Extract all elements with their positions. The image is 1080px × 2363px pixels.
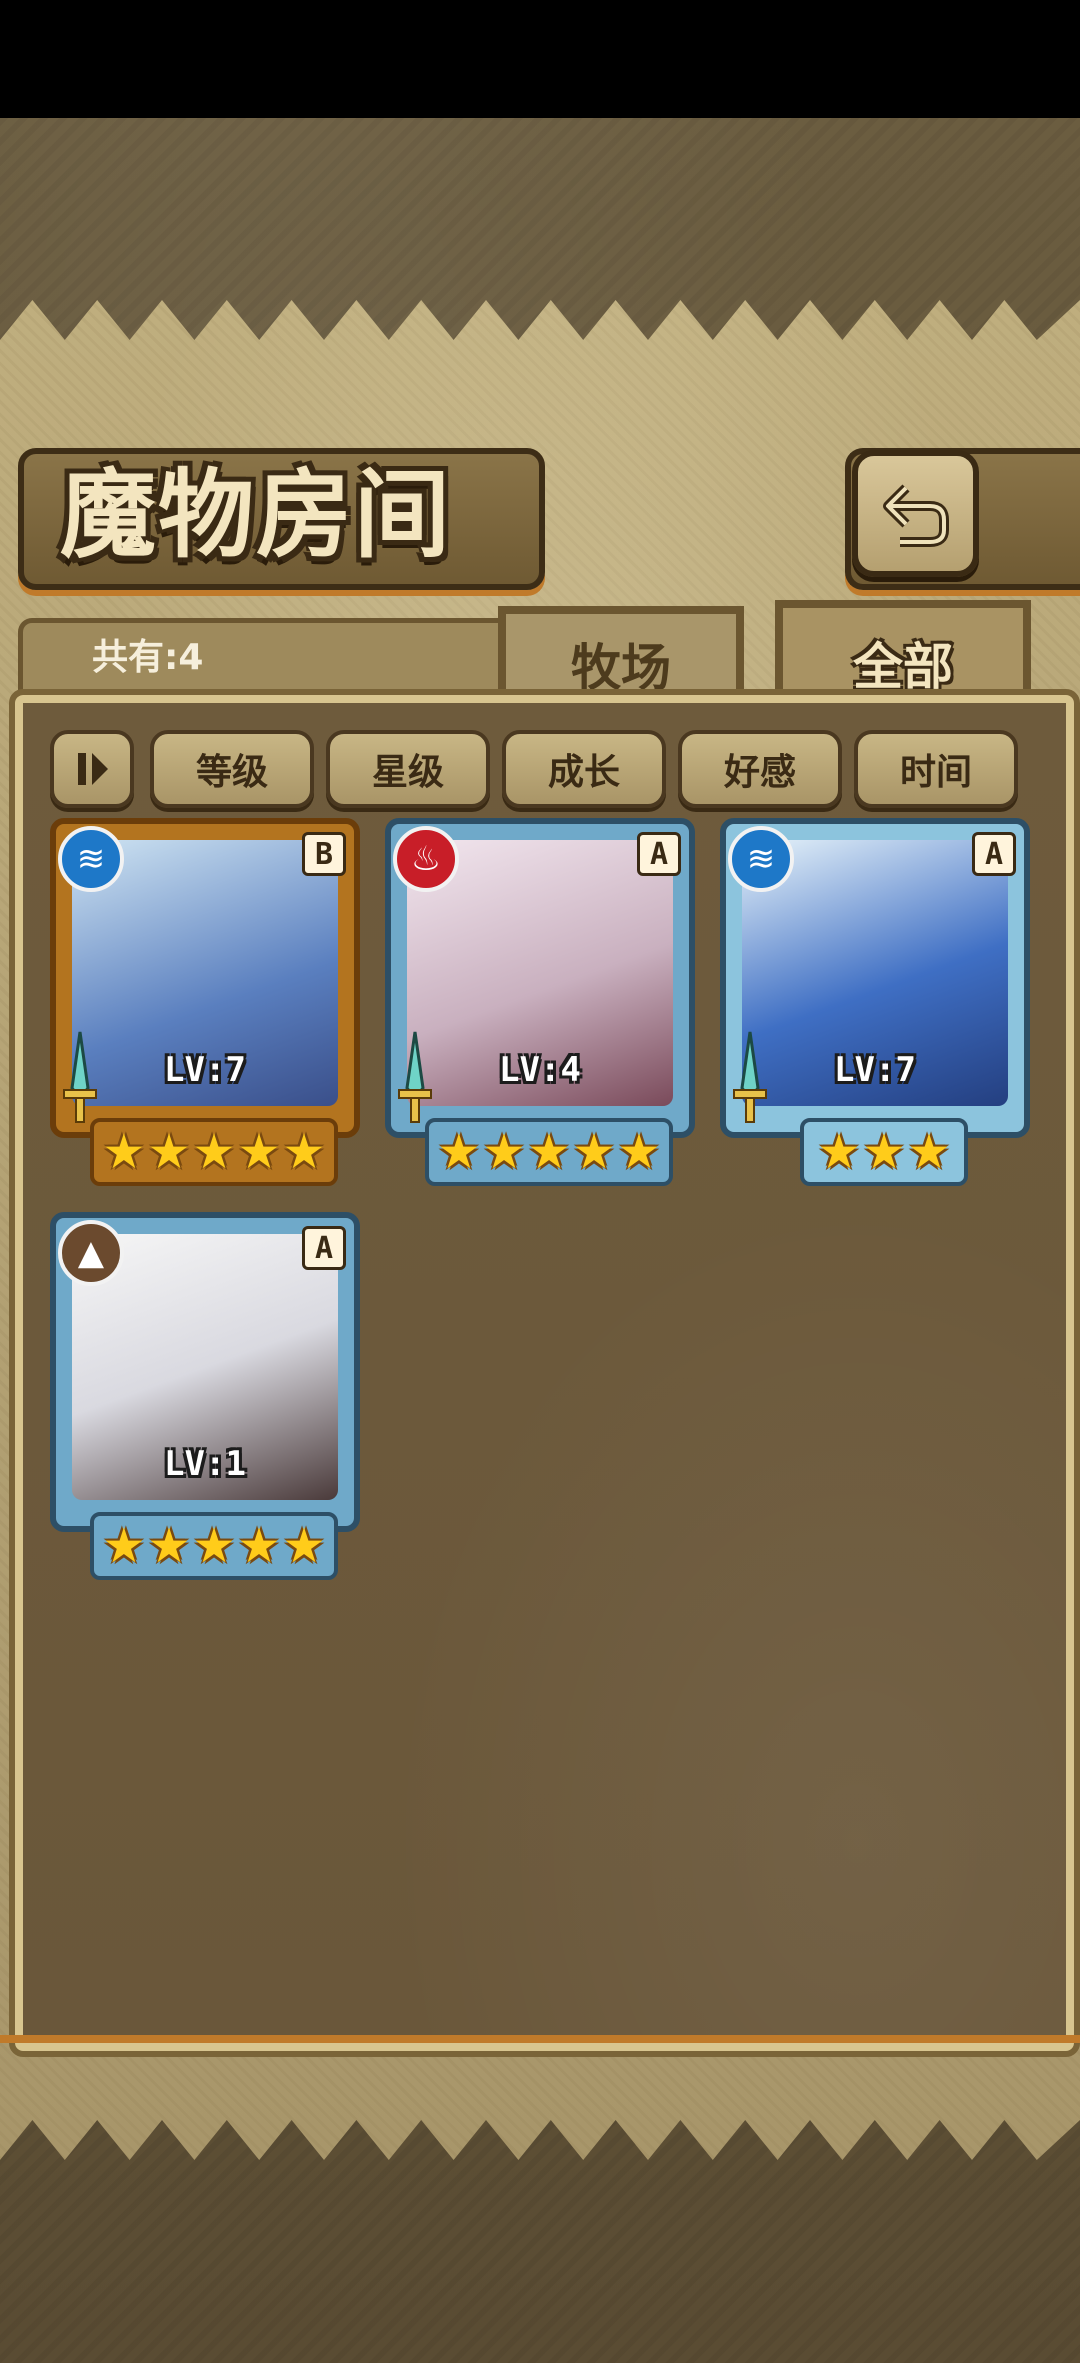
star-icon: ★ xyxy=(102,1518,146,1574)
grade-badge: A xyxy=(972,832,1016,876)
fire-element-icon: ♨ xyxy=(393,826,459,892)
star-icon: ★ xyxy=(437,1124,481,1180)
grade-badge: A xyxy=(302,1226,346,1270)
star-icon: ★ xyxy=(482,1124,526,1180)
star-icon: ★ xyxy=(527,1124,571,1180)
star-rating: ★ ★ ★ xyxy=(800,1118,968,1186)
status-bar xyxy=(0,0,1080,118)
star-icon: ★ xyxy=(907,1124,951,1180)
monster-level: LV:7 xyxy=(834,1050,916,1090)
star-icon: ★ xyxy=(282,1518,326,1574)
monster-card[interactable]: ▲ A LV:1 ★ ★ ★ ★ ★ xyxy=(50,1212,360,1580)
star-icon: ★ xyxy=(102,1124,146,1180)
star-icon: ★ xyxy=(237,1124,281,1180)
monster-level: LV:1 xyxy=(164,1444,246,1484)
monster-level: LV:7 xyxy=(164,1050,246,1090)
sort-toggle-icon xyxy=(78,753,108,785)
water-element-icon: ≋ xyxy=(728,826,794,892)
water-element-icon: ≋ xyxy=(58,826,124,892)
monster-level: LV:4 xyxy=(499,1050,581,1090)
monster-card[interactable]: ♨ A LV:4 ★ ★ ★ ★ ★ xyxy=(385,818,695,1186)
panel-bottom-trim xyxy=(0,2035,1080,2043)
sort-star-button[interactable]: 星级 xyxy=(326,730,490,808)
star-rating: ★ ★ ★ ★ ★ xyxy=(90,1118,338,1186)
grade-badge: A xyxy=(637,832,681,876)
star-rating: ★ ★ ★ ★ ★ xyxy=(90,1512,338,1580)
star-icon: ★ xyxy=(192,1124,236,1180)
back-button[interactable] xyxy=(852,450,979,577)
sort-level-button[interactable]: 等级 xyxy=(150,730,314,808)
monster-card[interactable]: ≋ B LV:7 ★ ★ ★ ★ ★ xyxy=(50,818,360,1186)
star-icon: ★ xyxy=(862,1124,906,1180)
page-title: 魔物房间 xyxy=(60,458,452,571)
star-icon: ★ xyxy=(147,1124,191,1180)
star-icon: ★ xyxy=(192,1518,236,1574)
star-icon: ★ xyxy=(817,1124,861,1180)
sort-toggle-button[interactable] xyxy=(50,730,134,808)
monster-card[interactable]: ≋ A LV:7 ★ ★ ★ xyxy=(720,818,1030,1186)
star-icon: ★ xyxy=(237,1518,281,1574)
star-icon: ★ xyxy=(282,1124,326,1180)
sort-growth-button[interactable]: 成长 xyxy=(502,730,666,808)
star-icon: ★ xyxy=(617,1124,661,1180)
star-icon: ★ xyxy=(572,1124,616,1180)
grade-badge: B xyxy=(302,832,346,876)
star-icon: ★ xyxy=(147,1518,191,1574)
return-arrow-icon xyxy=(882,483,949,547)
star-rating: ★ ★ ★ ★ ★ xyxy=(425,1118,673,1186)
monster-count: 共有:4 xyxy=(92,637,204,678)
earth-element-icon: ▲ xyxy=(58,1220,124,1286)
sort-affection-button[interactable]: 好感 xyxy=(678,730,842,808)
sort-time-button[interactable]: 时间 xyxy=(854,730,1018,808)
